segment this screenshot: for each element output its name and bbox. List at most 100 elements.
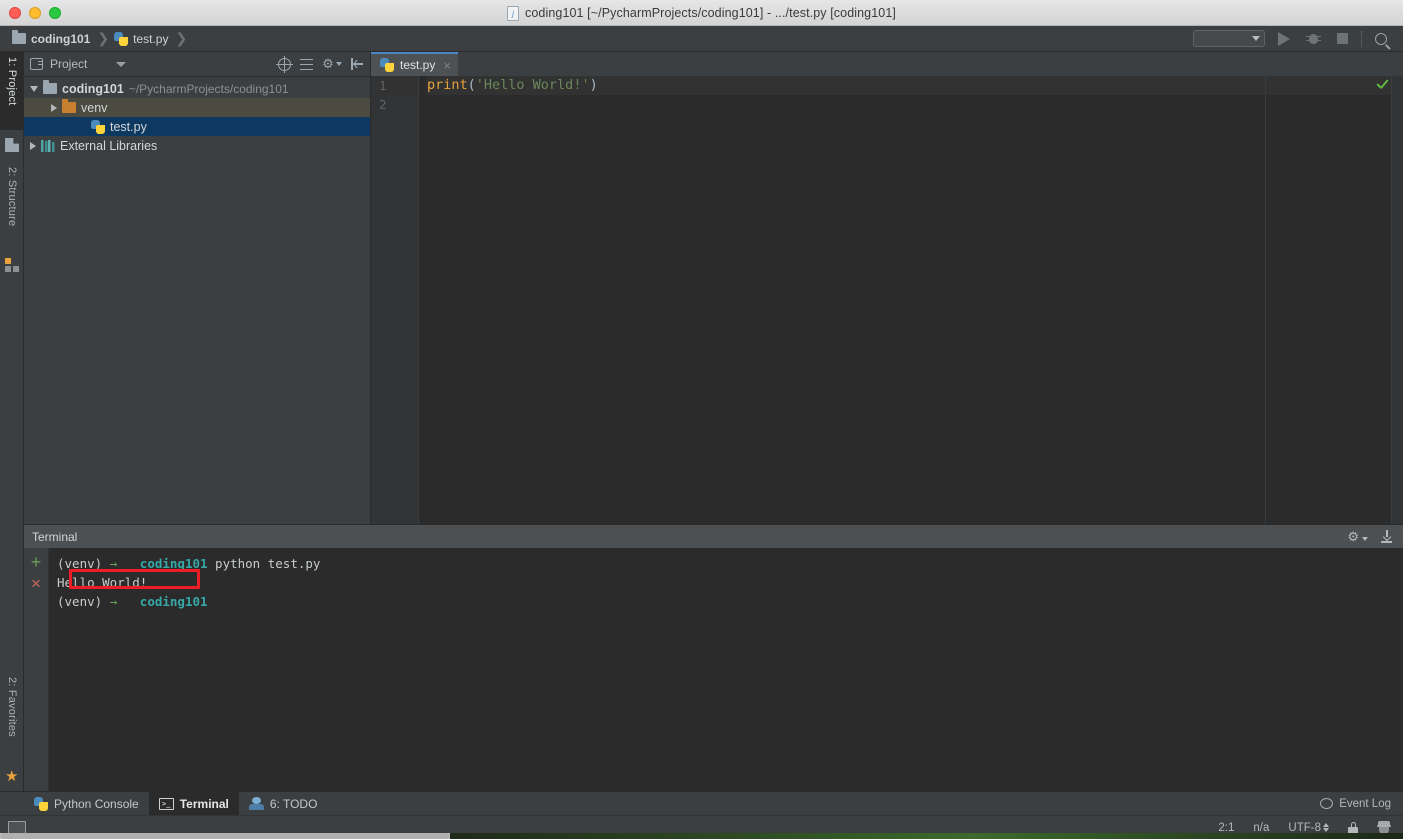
close-button[interactable] (9, 7, 21, 19)
code-token-string: 'Hello World!' (476, 77, 590, 93)
project-tree: coding101 ~/PycharmProjects/coding101 ve… (24, 77, 370, 155)
chevron-right-icon[interactable] (51, 104, 57, 112)
minimize-button[interactable] (29, 7, 41, 19)
sidebar-item-favorites[interactable]: 2: Favorites (0, 672, 24, 764)
python-file-icon (114, 32, 128, 46)
tree-item-path: ~/PycharmProjects/coding101 (129, 82, 289, 96)
code-token-function: print (427, 77, 468, 93)
bottom-toolbar: Python Console >_ Terminal 6: TODO Event… (0, 791, 1403, 815)
line-separator[interactable]: n/a (1253, 822, 1269, 834)
window-horizontal-scrollbar[interactable] (0, 833, 1403, 839)
run-configuration-select[interactable] (1193, 30, 1265, 47)
terminal-session-gutter: + × (24, 548, 48, 791)
tree-item-test-py[interactable]: test.py (24, 117, 370, 136)
library-icon (41, 140, 55, 152)
hide-panel-icon[interactable] (1380, 530, 1393, 543)
tree-item-external-libraries[interactable]: External Libraries (24, 136, 370, 155)
project-panel-tools: ⚙ (278, 58, 364, 71)
folder-orange-icon (62, 102, 76, 113)
code-line[interactable] (427, 95, 1403, 114)
sidebar-item-structure[interactable]: 2: Structure (0, 162, 24, 254)
stop-button[interactable] (1332, 29, 1352, 49)
project-panel-title: Project (50, 57, 87, 71)
todo-icon (249, 797, 264, 810)
breadcrumb-label: coding101 (31, 32, 90, 46)
run-button[interactable] (1274, 29, 1294, 49)
breadcrumb-separator-icon: ❯ (97, 30, 109, 47)
terminal-output-text: Hello World! (57, 575, 147, 590)
chevron-down-icon[interactable] (30, 86, 38, 92)
left-tool-strip: 1: Project 2: Structure 2: Favorites ★ (0, 52, 24, 791)
code-line[interactable]: print('Hello World!') (427, 76, 1403, 95)
project-settings-button[interactable]: ⚙ (322, 58, 342, 70)
terminal-venv-label: (venv) (57, 556, 110, 571)
event-log-label: Event Log (1339, 798, 1391, 810)
debug-button[interactable] (1303, 29, 1323, 49)
terminal-settings-button[interactable]: ⚙ (1347, 529, 1368, 545)
caret-position[interactable]: 2:1 (1218, 822, 1234, 834)
encoding-selector[interactable]: UTF-8 (1288, 822, 1329, 834)
settings-gear-icon: ⚙ (322, 58, 334, 70)
breadcrumb: coding101 ❯ test.py ❯ (10, 30, 190, 47)
zoom-button[interactable] (49, 7, 61, 19)
python-icon (34, 797, 48, 811)
ok-check-icon[interactable] (1375, 79, 1389, 93)
terminal-body: + × (venv) → coding101 python test.py He… (24, 548, 1403, 791)
desktop-peek (450, 833, 1403, 839)
breadcrumb-item-project[interactable]: coding101 (10, 32, 92, 46)
editor-tabbar: test.py × (371, 52, 1403, 76)
terminal-output[interactable]: (venv) → coding101 python test.py Hello … (48, 548, 1403, 791)
toggle-tool-windows-button[interactable] (0, 792, 24, 816)
folder-icon (12, 33, 26, 44)
tab-python-console[interactable]: Python Console (24, 792, 149, 816)
terminal-line: (venv) → coding101 (57, 592, 1403, 611)
new-session-button[interactable]: + (31, 555, 42, 569)
code-text[interactable]: print('Hello World!') (419, 76, 1403, 524)
sidebar-item-label: 2: Structure (6, 167, 18, 226)
navigation-bar: coding101 ❯ test.py ❯ (0, 26, 1403, 52)
close-session-button[interactable]: × (31, 577, 41, 591)
lock-icon[interactable] (1348, 822, 1358, 834)
chevron-updown-icon (1323, 823, 1329, 832)
chevron-down-icon[interactable] (116, 62, 126, 67)
terminal-icon: >_ (159, 798, 174, 810)
tree-item-label: coding101 (62, 82, 124, 96)
tree-item-label: External Libraries (60, 139, 157, 153)
tree-item-venv[interactable]: venv (24, 98, 370, 117)
hide-panel-icon[interactable] (351, 58, 364, 70)
locate-target-icon[interactable] (278, 58, 291, 71)
right-margin-guide (1265, 76, 1266, 524)
breadcrumb-separator-icon: ❯ (175, 30, 187, 47)
tree-item-label: test.py (110, 120, 147, 134)
search-button[interactable] (1371, 29, 1391, 49)
tab-terminal[interactable]: >_ Terminal (149, 792, 239, 816)
project-view-icon (30, 58, 43, 70)
scrollbar-thumb[interactable] (0, 833, 450, 839)
terminal-panel: Terminal ⚙ + × (venv) → coding101 python… (24, 524, 1403, 791)
terminal-line: (venv) → coding101 python test.py (57, 554, 1403, 573)
chevron-down-icon (336, 62, 342, 66)
python-file-icon: j (507, 6, 519, 21)
breadcrumb-item-file[interactable]: test.py (112, 32, 170, 46)
stop-icon (1337, 33, 1348, 44)
chevron-right-icon[interactable] (30, 142, 36, 150)
collapse-all-icon[interactable] (300, 58, 313, 71)
window-titlebar: j coding101 [~/PycharmProjects/coding101… (0, 0, 1403, 26)
terminal-header: Terminal ⚙ (24, 524, 1403, 548)
code-editor[interactable]: 1 2 print('Hello World!') (371, 76, 1403, 524)
terminal-title: Terminal (32, 530, 77, 544)
window-title-group: j coding101 [~/PycharmProjects/coding101… (0, 0, 1403, 26)
editor-scrollbar[interactable] (1391, 76, 1403, 524)
tab-label: Python Console (54, 797, 139, 811)
tab-test-py[interactable]: test.py × (371, 52, 458, 76)
chevron-down-icon (1362, 537, 1368, 541)
terminal-command: python test.py (208, 556, 321, 571)
sidebar-item-project[interactable]: 1: Project (0, 52, 24, 130)
tree-item-coding101[interactable]: coding101 ~/PycharmProjects/coding101 (24, 79, 370, 98)
close-icon[interactable]: × (443, 59, 451, 72)
tab-todo[interactable]: 6: TODO (239, 792, 328, 816)
terminal-space (117, 594, 140, 609)
bug-icon (1307, 33, 1320, 45)
event-log-button[interactable]: Event Log (1320, 798, 1391, 810)
breadcrumb-label: test.py (133, 32, 168, 46)
